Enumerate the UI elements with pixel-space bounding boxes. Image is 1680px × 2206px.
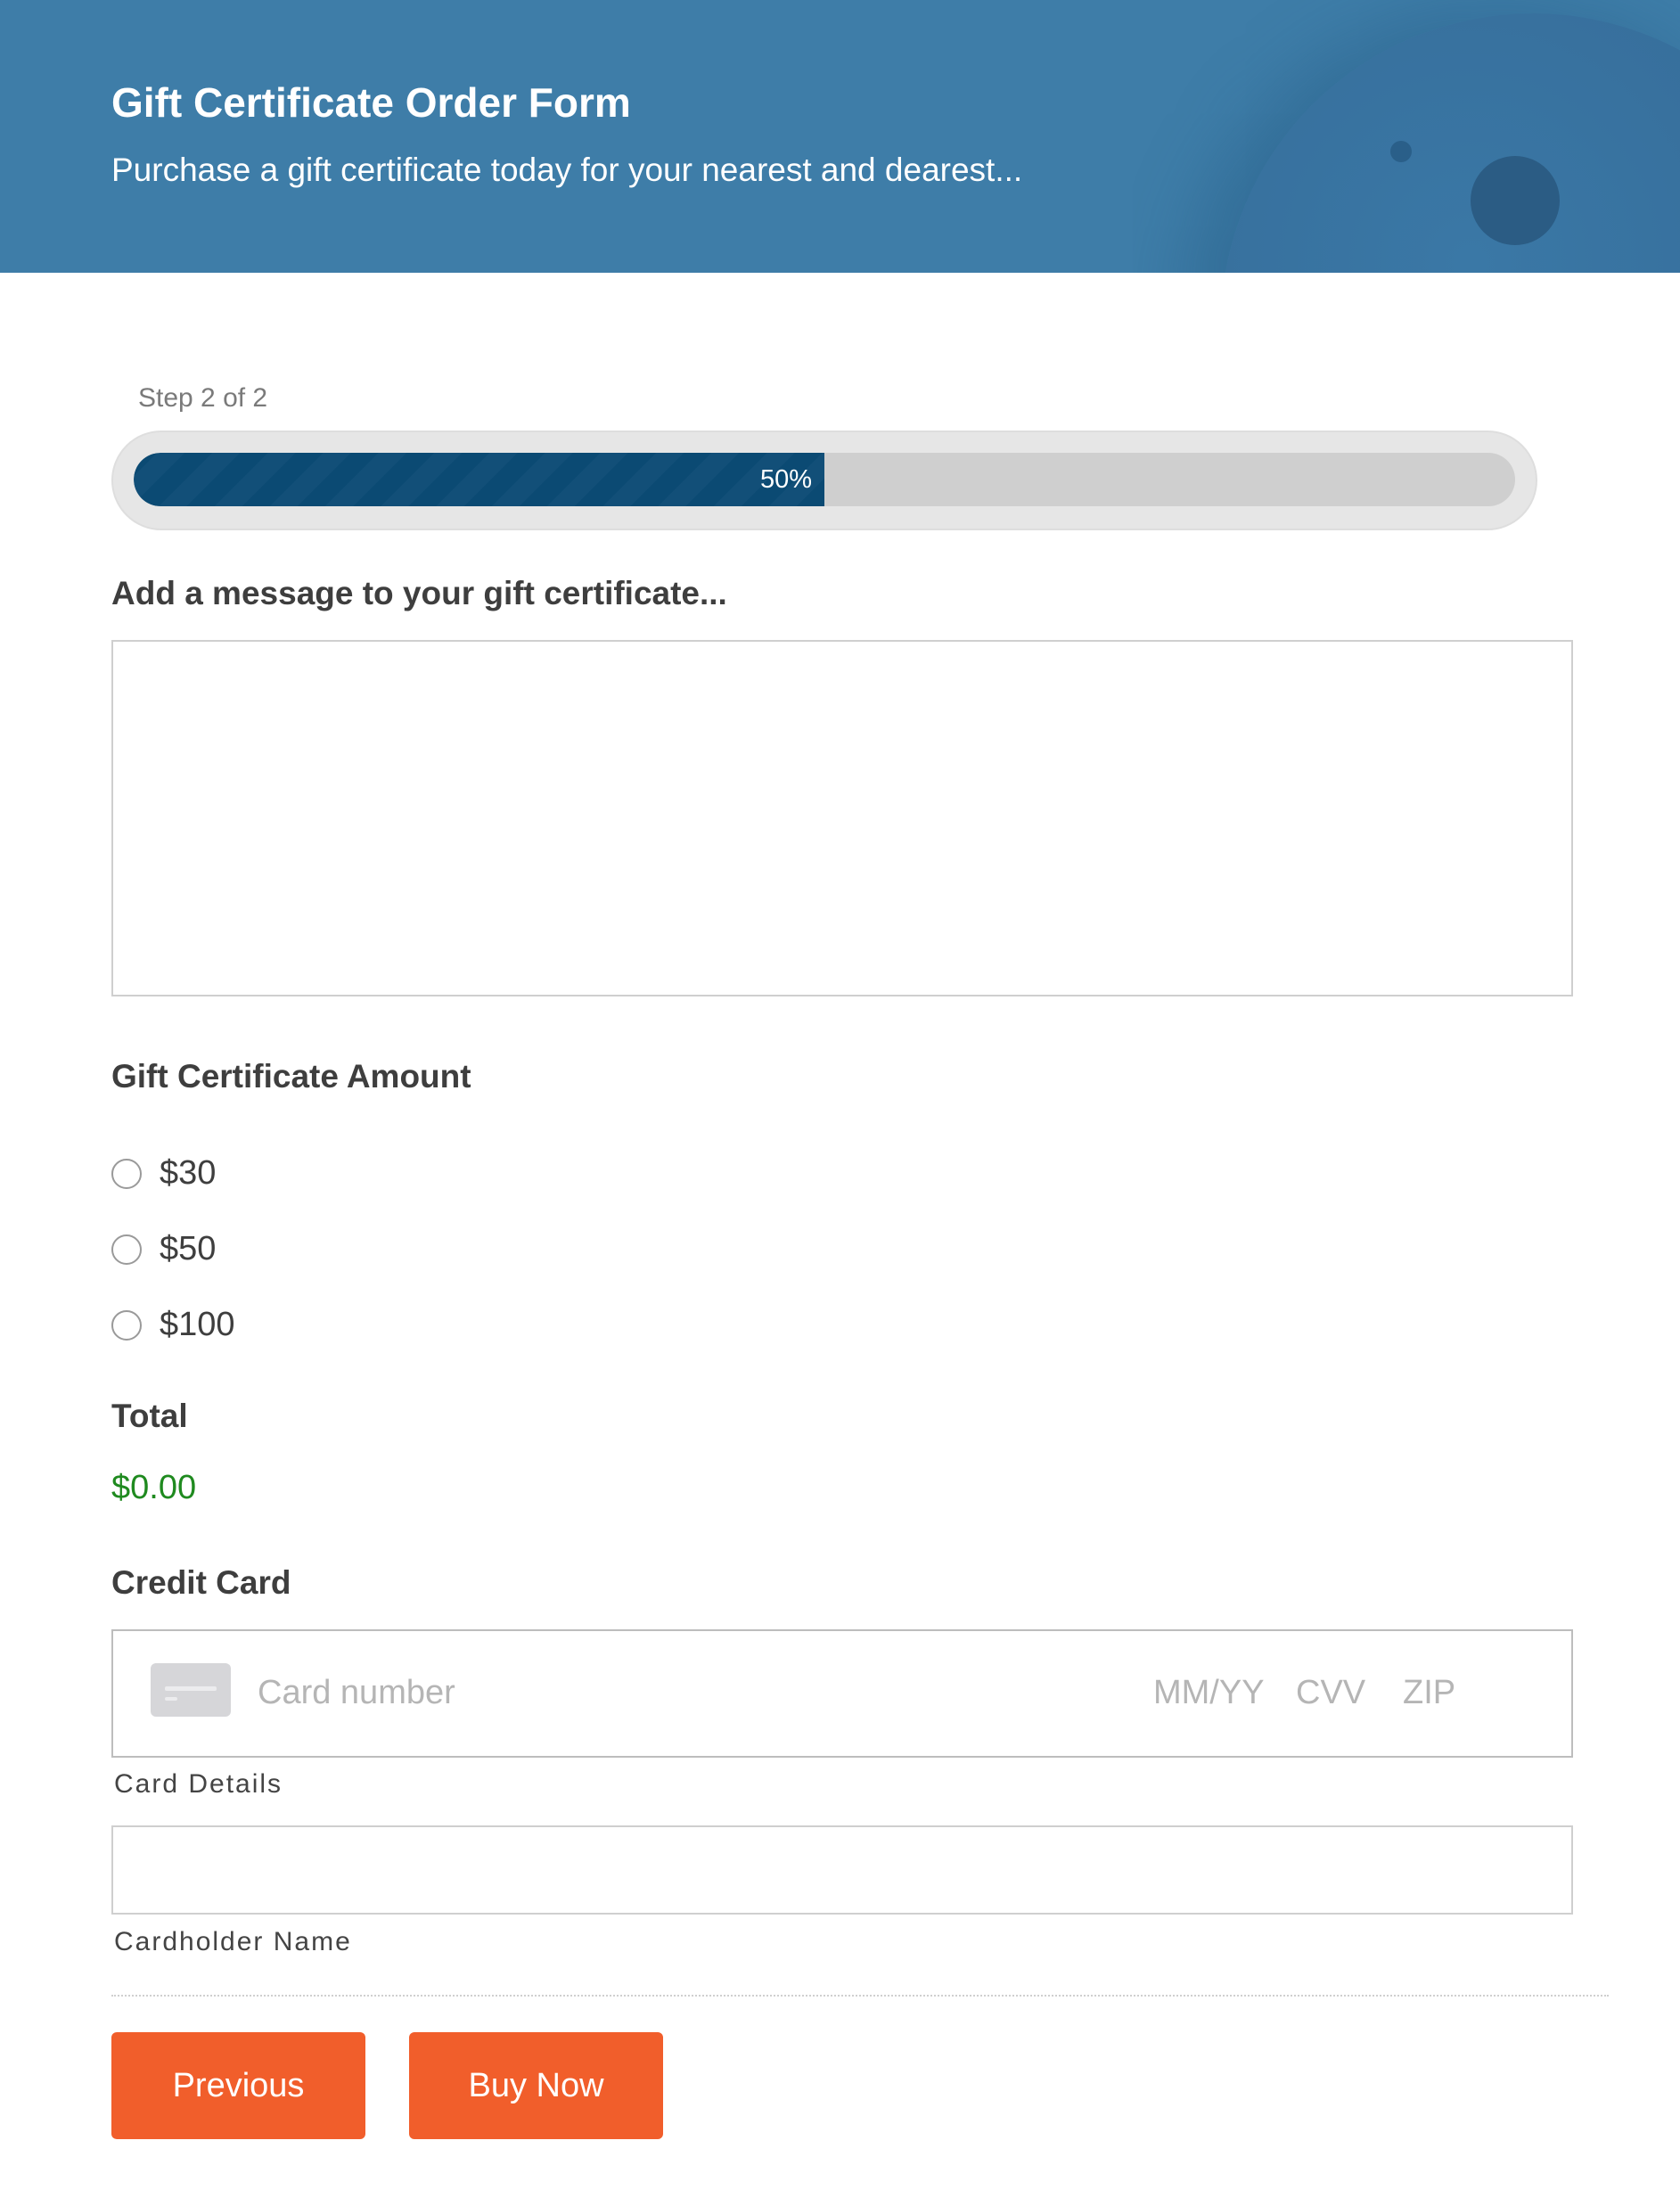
header-decoration-dot-large (1471, 156, 1560, 245)
amount-option-30[interactable]: $30 (111, 1154, 216, 1193)
previous-button[interactable]: Previous (111, 2032, 365, 2139)
card-number-input[interactable]: Card number (258, 1674, 455, 1712)
card-expiry-input[interactable]: MM/YY (1153, 1674, 1265, 1712)
amount-option-label: $30 (160, 1154, 217, 1192)
card-cvv-input[interactable]: CVV (1296, 1674, 1365, 1712)
card-details-sublabel: Card Details (114, 1769, 283, 1799)
card-details-field[interactable]: Card number MM/YY CVV ZIP (111, 1629, 1573, 1758)
gift-message-textarea[interactable] (111, 640, 1573, 996)
form-subtitle: Purchase a gift certificate today for yo… (111, 152, 1023, 188)
amount-option-100[interactable]: $100 (111, 1306, 235, 1344)
message-label: Add a message to your gift certificate..… (111, 575, 727, 611)
progress-bar-fill: 50% (134, 453, 824, 506)
radio-button[interactable] (111, 1234, 142, 1265)
progress-percent: 50% (759, 465, 812, 494)
credit-card-icon (151, 1663, 231, 1717)
progress-bar: 50% (134, 453, 1515, 506)
amount-option-50[interactable]: $50 (111, 1230, 216, 1268)
amount-label: Gift Certificate Amount (111, 1058, 471, 1095)
cardholder-name-sublabel: Cardholder Name (114, 1927, 352, 1956)
form-header: Gift Certificate Order Form Purchase a g… (0, 0, 1680, 273)
header-decoration-dot (1390, 141, 1412, 162)
cardholder-name-input[interactable] (111, 1825, 1573, 1915)
buy-now-button[interactable]: Buy Now (409, 2032, 663, 2139)
header-decoration-circle (1221, 13, 1680, 273)
step-indicator: Step 2 of 2 (138, 383, 268, 413)
total-label: Total (111, 1398, 188, 1434)
card-zip-input[interactable]: ZIP (1403, 1674, 1455, 1712)
form-title: Gift Certificate Order Form (111, 79, 631, 126)
amount-option-label: $100 (160, 1306, 235, 1343)
divider (111, 1995, 1609, 1997)
total-value: $0.00 (111, 1469, 197, 1506)
radio-button[interactable] (111, 1158, 142, 1189)
amount-option-label: $50 (160, 1230, 217, 1267)
credit-card-label: Credit Card (111, 1564, 291, 1601)
radio-button[interactable] (111, 1309, 142, 1341)
